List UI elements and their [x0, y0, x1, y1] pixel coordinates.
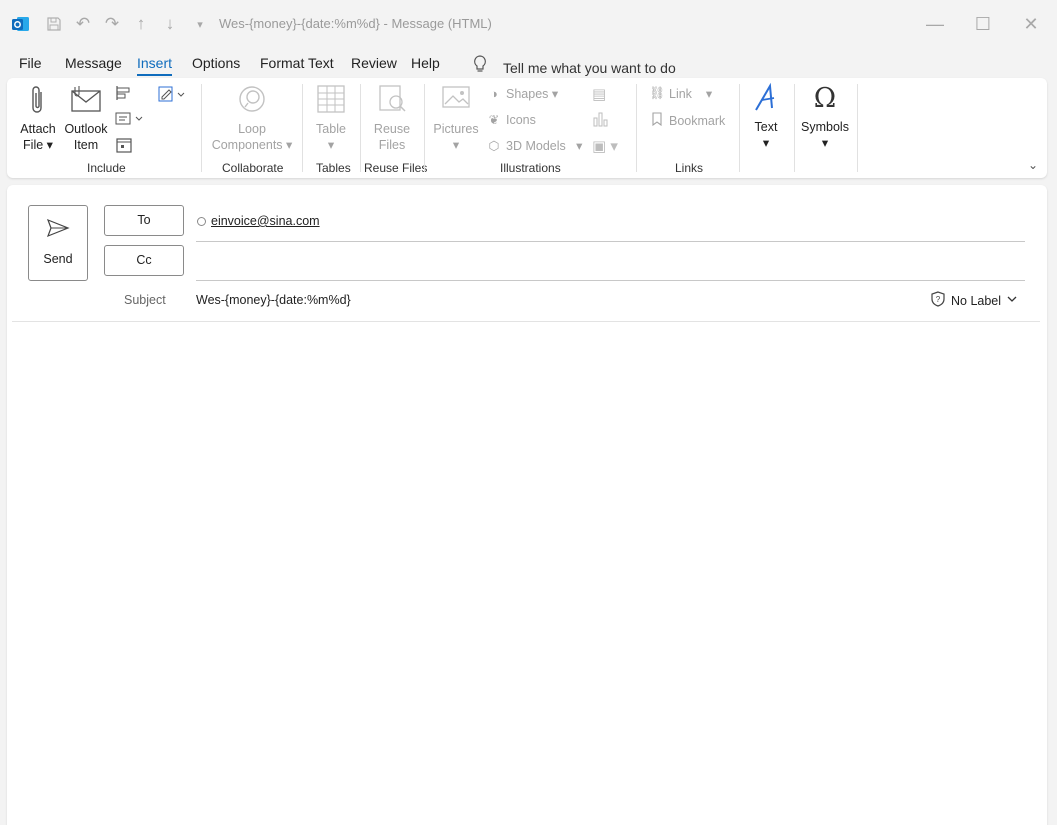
group-divider	[857, 84, 858, 172]
close-icon[interactable]: ✕	[1017, 12, 1045, 36]
text-button[interactable]: Text ▾	[747, 82, 785, 151]
group-divider	[794, 84, 795, 172]
icons-button[interactable]: ❦ Icons	[485, 112, 536, 128]
tab-review[interactable]: Review	[351, 55, 397, 71]
tab-insert[interactable]: Insert	[137, 55, 173, 76]
to-field-underline	[196, 241, 1025, 242]
to-field[interactable]: einvoice@sina.com	[197, 214, 320, 228]
group-divider	[739, 84, 740, 172]
outlook-app-icon	[9, 12, 33, 36]
ribbon-expand-icon[interactable]: ⌄	[1028, 158, 1038, 172]
picture-icon	[431, 84, 481, 118]
text-icon	[747, 82, 785, 116]
attach-file-button[interactable]: Attach File ▾	[17, 84, 59, 153]
table-icon	[309, 84, 353, 118]
subject-input[interactable]: Wes-{money}-{date:%m%d}	[196, 293, 351, 307]
icons-icon: ❦	[488, 113, 500, 127]
symbols-button[interactable]: Ω Symbols ▾	[800, 82, 850, 151]
cube-icon: ⬡	[488, 139, 500, 153]
bookmark-icon	[648, 112, 666, 129]
save-icon[interactable]	[42, 12, 66, 36]
pictures-button[interactable]: Pictures ▾	[431, 84, 481, 153]
reuse-files-button[interactable]: Reuse Files	[367, 84, 417, 153]
link-icon: ⛓	[649, 86, 665, 100]
group-label-links: Links	[675, 161, 704, 175]
group-label-include: Include	[87, 161, 126, 175]
cc-button[interactable]: Cc	[104, 245, 184, 276]
svg-text:?: ?	[936, 295, 941, 304]
group-divider	[424, 84, 425, 172]
window-title: Wes-{money}-{date:%m%d} - Message (HTML)	[219, 16, 492, 31]
tab-message[interactable]: Message	[65, 55, 122, 71]
3d-models-button[interactable]: ⬡ 3D Models ▾	[485, 138, 583, 154]
message-body[interactable]	[12, 325, 1040, 820]
signature-icon[interactable]	[157, 85, 187, 107]
table-button[interactable]: Table ▾	[309, 84, 353, 153]
chart-icon[interactable]	[592, 111, 608, 131]
group-label-illustrations: Illustrations	[500, 161, 561, 175]
group-label-reuse-files: Reuse Files	[364, 161, 428, 175]
title-bar: ↶ ↷ ↑ ↓ ▾ Wes-{money}-{date:%m%d} - Mess…	[0, 0, 1057, 48]
group-divider	[201, 84, 202, 172]
redo-icon[interactable]: ↷	[100, 12, 124, 36]
down-arrow-icon[interactable]: ↓	[158, 12, 182, 36]
shapes-button[interactable]: ◑ Shapes ▾	[485, 86, 558, 102]
reuse-files-icon	[367, 84, 417, 118]
loop-icon	[209, 84, 295, 118]
shield-icon: ?	[931, 291, 945, 310]
signature-card-icon[interactable]	[115, 111, 145, 131]
tab-help[interactable]: Help	[411, 55, 440, 71]
envelope-icon	[61, 84, 111, 118]
send-label: Send	[43, 252, 73, 266]
calendar-icon[interactable]	[115, 137, 133, 157]
cc-field[interactable]	[196, 251, 1025, 279]
header-divider	[12, 321, 1040, 322]
tab-file[interactable]: File	[19, 55, 42, 71]
group-label-tables: Tables	[316, 161, 351, 175]
screenshot-icon[interactable]: ▣ ▾	[592, 137, 618, 155]
tab-format-text[interactable]: Format Text	[260, 55, 334, 71]
undo-icon[interactable]: ↶	[71, 12, 95, 36]
sensitivity-label-button[interactable]: ? No Label	[931, 291, 1017, 310]
subject-label: Subject	[124, 293, 166, 307]
send-icon	[29, 218, 87, 244]
smartart-icon[interactable]: ▤	[592, 85, 606, 103]
tell-me-label: Tell me what you want to do	[503, 60, 676, 76]
group-label-collaborate: Collaborate	[222, 161, 284, 175]
chevron-down-icon	[1007, 295, 1017, 306]
cc-field-underline	[196, 280, 1025, 281]
maximize-icon[interactable]: ☐	[969, 12, 997, 36]
presence-icon	[197, 216, 206, 226]
compose-pane: Send To einvoice@sina.com Cc Subject Wes…	[7, 185, 1047, 825]
lightbulb-icon	[473, 55, 491, 76]
send-button[interactable]: Send	[28, 205, 88, 281]
omega-icon: Ω	[813, 83, 837, 114]
business-card-icon[interactable]	[115, 85, 133, 105]
tab-options[interactable]: Options	[192, 55, 240, 71]
up-arrow-icon[interactable]: ↑	[129, 12, 153, 36]
ribbon-insert: Attach File ▾ Outlook Item Include Loop …	[7, 78, 1047, 178]
customize-icon[interactable]: ▾	[188, 12, 212, 36]
group-divider	[302, 84, 303, 172]
paperclip-icon	[17, 84, 59, 118]
bookmark-button[interactable]: Bookmark	[648, 112, 725, 129]
tell-me-search[interactable]: Tell me what you want to do	[473, 55, 676, 76]
group-divider	[636, 84, 637, 172]
shapes-icon: ◑	[490, 86, 498, 101]
minimize-icon[interactable]: —	[921, 12, 949, 36]
to-button[interactable]: To	[104, 205, 184, 236]
group-divider	[360, 84, 361, 172]
recipient-chip[interactable]: einvoice@sina.com	[211, 214, 320, 228]
link-button[interactable]: ⛓ Link ▾	[648, 86, 712, 101]
loop-components-button[interactable]: Loop Components ▾	[209, 84, 295, 153]
outlook-item-button[interactable]: Outlook Item	[61, 84, 111, 153]
